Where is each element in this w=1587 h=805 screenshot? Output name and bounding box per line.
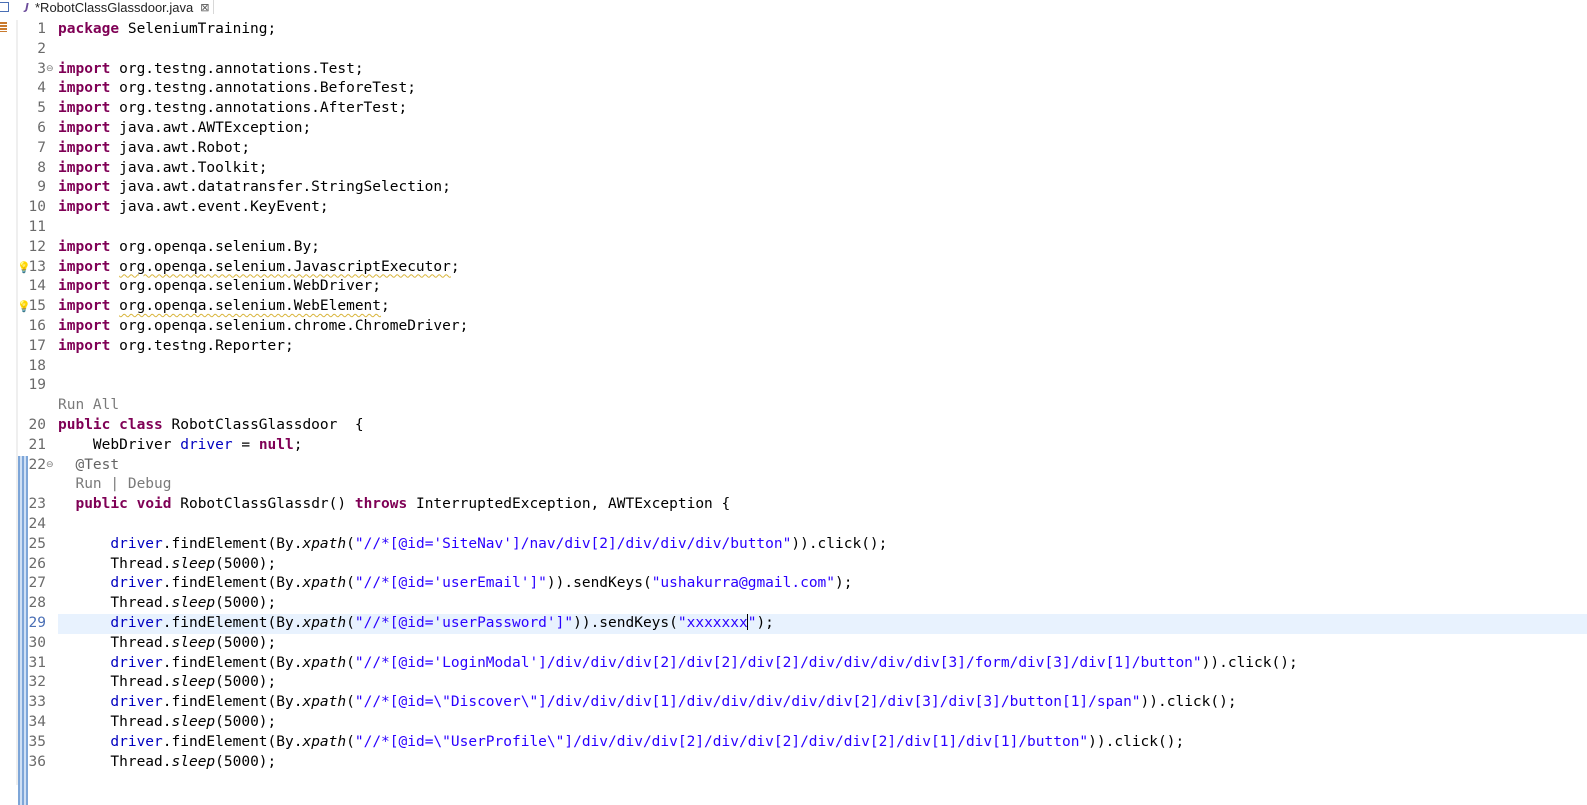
code-line[interactable]: import org.openqa.selenium.By; [58, 238, 320, 258]
code-line[interactable]: Thread.sleep(5000); [58, 594, 276, 614]
line-number: 4 [37, 80, 46, 97]
line-number: 17 [28, 337, 46, 354]
code-line[interactable]: import java.awt.datatransfer.StringSelec… [58, 178, 451, 198]
line-number: 27 [28, 575, 46, 592]
code-line[interactable]: import org.testng.annotations.BeforeTest… [58, 79, 416, 99]
line-number: 13 [28, 258, 46, 275]
line-number: 22 [28, 456, 46, 473]
line-number: 3 [37, 60, 46, 77]
code-line[interactable]: Thread.sleep(5000); [58, 634, 276, 654]
code-line[interactable]: Thread.sleep(5000); [58, 713, 276, 733]
code-line[interactable]: import org.openqa.selenium.JavascriptExe… [58, 258, 460, 278]
code-line[interactable]: import java.awt.Robot; [58, 139, 250, 159]
code-line[interactable]: driver.findElement(By.xpath("//*[@id=\"U… [58, 733, 1184, 753]
line-number: 35 [28, 733, 46, 750]
line-number: 29 [28, 615, 46, 631]
line-number: 6 [37, 120, 46, 136]
code-line[interactable]: driver.findElement(By.xpath("//*[@id='Si… [58, 535, 887, 555]
fold-collapse-icon[interactable]: ⊖ [46, 456, 54, 476]
fold-collapse-icon[interactable]: ⊖ [46, 60, 54, 80]
code-line[interactable]: import org.testng.annotations.AfterTest; [58, 99, 407, 119]
code-line[interactable]: import org.openqa.selenium.WebElement; [58, 297, 390, 317]
line-number: 2 [37, 40, 46, 57]
line-number: 31 [28, 654, 46, 671]
code-line[interactable]: import java.awt.AWTException; [58, 119, 311, 139]
java-file-icon: J [25, 1, 29, 13]
restore-icon[interactable] [0, 2, 9, 12]
line-number: 23 [28, 496, 46, 513]
code-line[interactable]: import org.openqa.selenium.chrome.Chrome… [58, 317, 468, 337]
line-number: 8 [37, 159, 46, 176]
line-number: 24 [28, 516, 46, 532]
line-number: 10 [28, 199, 46, 216]
code-line[interactable]: WebDriver driver = null; [58, 436, 303, 456]
line-number: 25 [28, 535, 46, 552]
line-number: 12 [28, 238, 46, 255]
code-line[interactable]: import org.openqa.selenium.WebDriver; [58, 277, 381, 297]
line-number: 11 [28, 219, 46, 235]
code-line[interactable]: public void RobotClassGlassdr() throws I… [58, 495, 730, 515]
line-number: 15 [28, 298, 46, 315]
code-line[interactable]: Thread.sleep(5000); [58, 753, 276, 773]
run-all-codelens[interactable]: Run All [58, 396, 119, 416]
tab-title: *RobotClassGlassdoor.java [35, 0, 194, 15]
run-debug-codelens[interactable]: Run | Debug [58, 475, 171, 495]
code-line[interactable]: Thread.sleep(5000); [58, 673, 276, 693]
line-number: 9 [37, 179, 46, 196]
line-number: 36 [28, 753, 46, 770]
line-number: 34 [28, 714, 46, 730]
line-number: 26 [28, 555, 46, 572]
code-line[interactable]: import java.awt.Toolkit; [58, 159, 268, 179]
line-number: 7 [37, 139, 46, 156]
code-line[interactable]: driver.findElement(By.xpath("//*[@id=\"D… [58, 693, 1236, 713]
code-line[interactable]: @Test [58, 456, 119, 476]
code-line[interactable]: import org.testng.Reporter; [58, 337, 294, 357]
line-number: 5 [37, 100, 46, 117]
editor-tab-bar: J *RobotClassGlassdoor.java ⊠ [0, 0, 1587, 32]
line-number: 21 [28, 436, 46, 453]
code-line[interactable]: public class RobotClassGlassdoor { [58, 416, 364, 436]
line-number: 30 [28, 634, 46, 651]
code-editor[interactable]: 1 2 3 ⊖ 4 5 6 7 8 9 10 11 12 💡 13 14 💡 1… [0, 20, 1587, 805]
code-line[interactable]: driver.findElement(By.xpath("//*[@id='us… [58, 574, 852, 594]
code-line[interactable]: import org.testng.annotations.Test; [58, 60, 364, 80]
code-line-current[interactable]: driver.findElement(By.xpath("//*[@id='us… [58, 614, 774, 634]
code-line[interactable]: driver.findElement(By.xpath("//*[@id='Lo… [58, 654, 1297, 674]
line-number: 1 [37, 21, 46, 37]
code-line[interactable]: Thread.sleep(5000); [58, 555, 276, 575]
line-number: 18 [28, 357, 46, 374]
tab-robotclassglassdoor[interactable]: J *RobotClassGlassdoor.java ⊠ [18, 0, 215, 15]
code-line[interactable]: import java.awt.event.KeyEvent; [58, 198, 329, 218]
line-number: 16 [28, 318, 46, 334]
close-icon[interactable]: ⊠ [200, 1, 209, 14]
line-number: 14 [28, 278, 46, 295]
line-number: 33 [28, 694, 46, 711]
line-number: 19 [28, 377, 46, 394]
line-number: 28 [28, 595, 46, 612]
code-line[interactable]: package SeleniumTraining; [58, 20, 276, 40]
line-number: 32 [28, 674, 46, 691]
line-number: 20 [28, 417, 46, 433]
